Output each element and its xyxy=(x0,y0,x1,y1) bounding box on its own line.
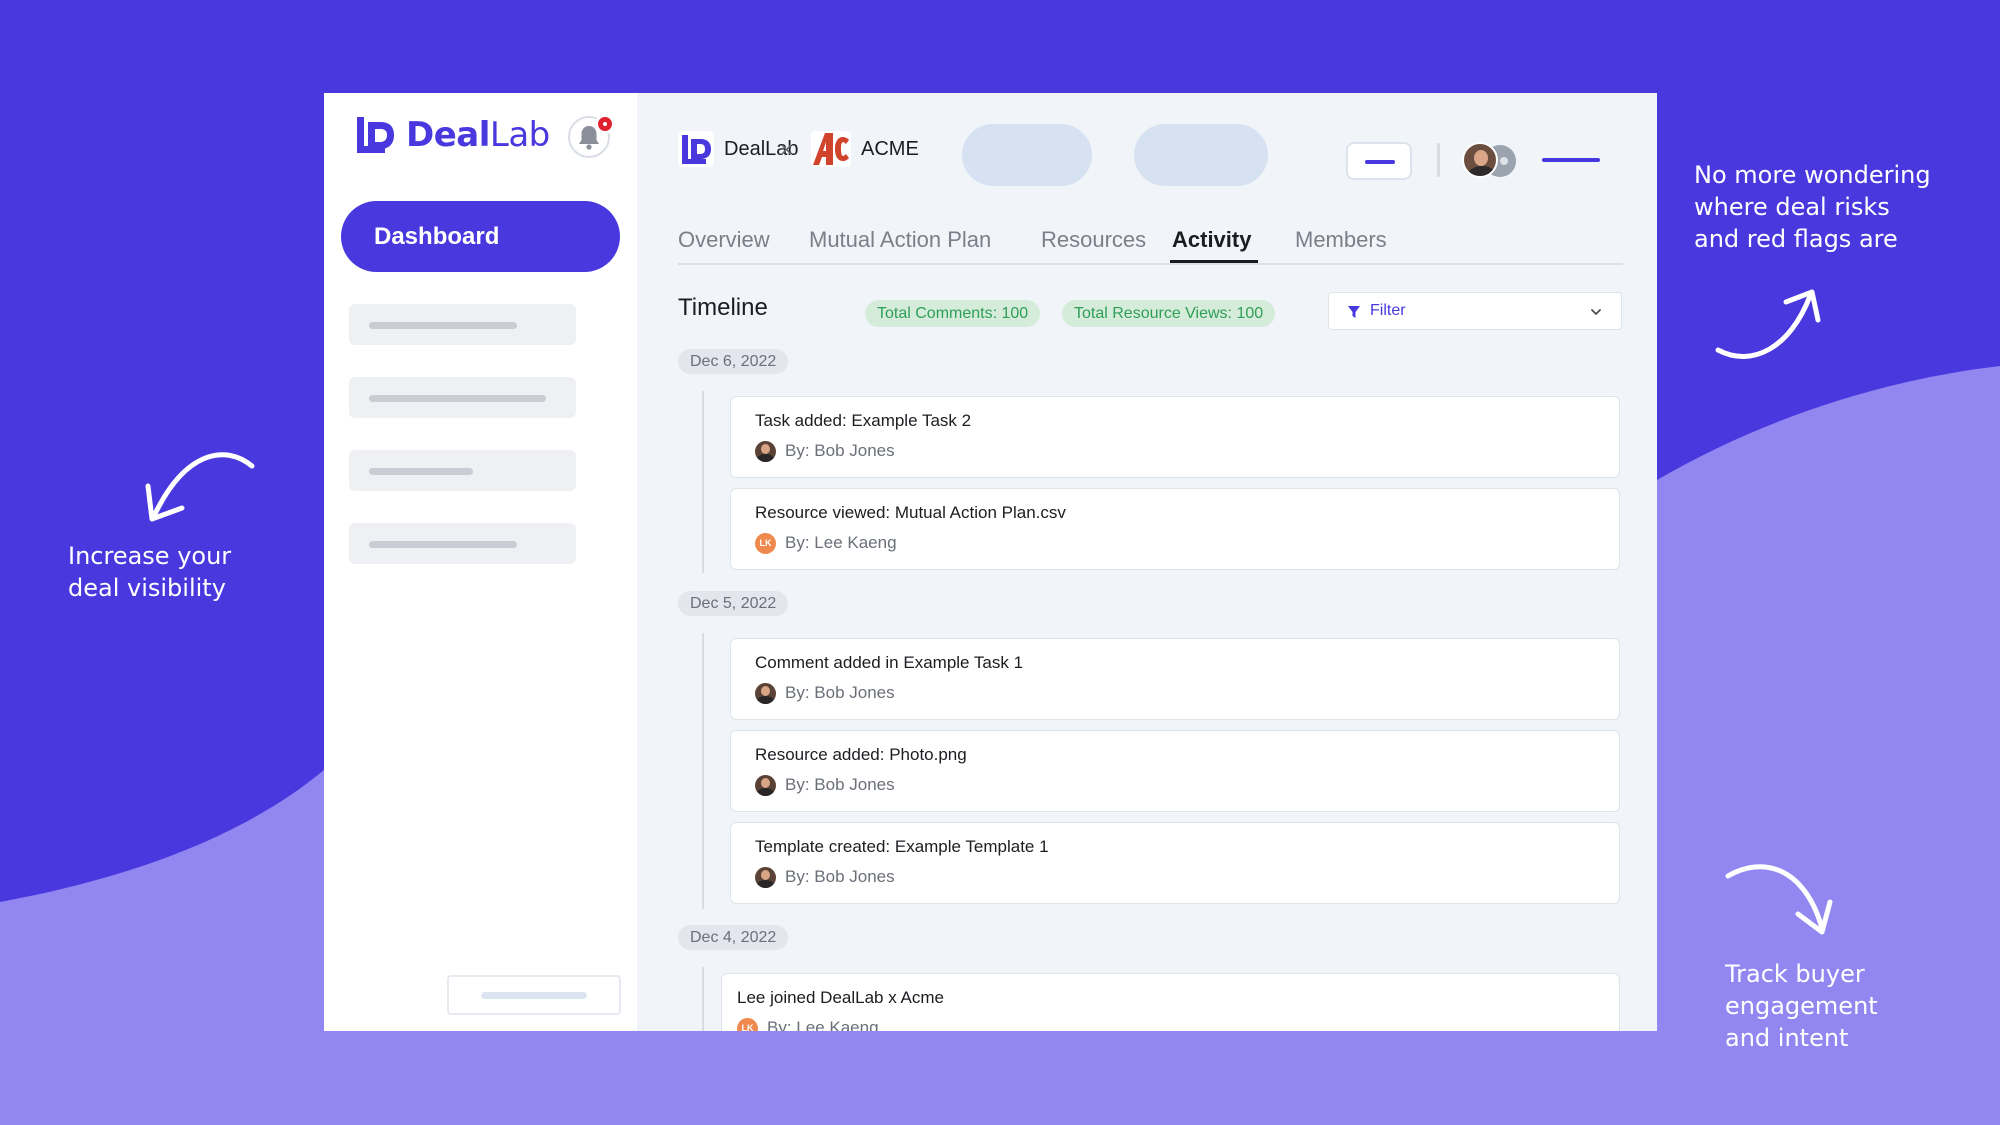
main-panel: DealLab × ACME Overview Mutual Action Pl… xyxy=(637,93,1657,1031)
avatar xyxy=(755,441,776,462)
date-pill: Dec 5, 2022 xyxy=(678,591,789,616)
sidebar: DealLab Dashboard xyxy=(324,93,637,1031)
timeline-title: Timeline xyxy=(678,294,768,321)
deallab-logo[interactable]: DealLab xyxy=(354,115,550,155)
header-placeholder[interactable] xyxy=(1134,124,1268,186)
item-title: Lee joined DealLab x Acme xyxy=(737,988,944,1007)
avatar xyxy=(755,683,776,704)
timeline-line xyxy=(702,391,704,573)
minus-icon xyxy=(1365,160,1395,164)
logo-text: DealLab xyxy=(406,115,550,155)
tab-activity[interactable]: Activity xyxy=(1172,227,1251,253)
item-title: Template created: Example Template 1 xyxy=(755,837,1049,856)
funnel-icon xyxy=(1348,306,1360,318)
date-pill: Dec 4, 2022 xyxy=(678,925,789,950)
avatar xyxy=(755,775,776,796)
sidebar-footer-button[interactable] xyxy=(447,975,621,1015)
total-comments-badge: Total Comments: 100 xyxy=(865,300,1041,327)
item-author: By: Bob Jones xyxy=(785,867,895,886)
item-author: By: Bob Jones xyxy=(785,683,895,702)
timeline-line xyxy=(702,967,704,1031)
filter-label: Filter xyxy=(1370,302,1406,319)
callout-deal-visibility: Increase your deal visibility xyxy=(68,542,232,602)
sidebar-item-placeholder[interactable] xyxy=(349,377,576,418)
curved-arrow-icon xyxy=(1725,864,1833,935)
chevron-down-icon xyxy=(1591,309,1601,315)
app-window: DealLab Dashboard DealLab × ACME Overvie… xyxy=(324,93,1657,1031)
timeline-item[interactable]: Resource viewed: Mutual Action Plan.csv … xyxy=(730,488,1620,570)
callout-buyer-engagement: Track buyer engagement and intent xyxy=(1725,960,1878,1052)
tab-resources[interactable]: Resources xyxy=(1041,227,1146,253)
timeline-item[interactable]: Task added: Example Task 2 By: Bob Jones xyxy=(730,396,1620,478)
brand-acme: ACME xyxy=(811,131,919,167)
item-author: By: Lee Kaeng xyxy=(785,533,897,552)
curved-arrow-icon xyxy=(1715,289,1821,359)
avatar: LK xyxy=(755,533,776,554)
tab-mutual-action-plan[interactable]: Mutual Action Plan xyxy=(809,227,991,253)
timeline-item[interactable]: Template created: Example Template 1 By:… xyxy=(730,822,1620,904)
item-title: Resource added: Photo.png xyxy=(755,745,967,764)
item-title: Resource viewed: Mutual Action Plan.csv xyxy=(755,503,1066,522)
timeline-line xyxy=(702,633,704,909)
item-author: By: Bob Jones xyxy=(785,775,895,794)
tab-members[interactable]: Members xyxy=(1295,227,1387,253)
total-views-badge: Total Resource Views: 100 xyxy=(1062,300,1276,327)
curved-arrow-icon xyxy=(145,452,255,522)
sidebar-item-placeholder[interactable] xyxy=(349,523,576,564)
sidebar-item-placeholder[interactable] xyxy=(349,450,576,491)
avatar: LK xyxy=(737,1018,758,1031)
deallab-logo-icon xyxy=(678,131,714,167)
item-title: Comment added in Example Task 1 xyxy=(755,653,1024,672)
notification-badge xyxy=(595,114,615,134)
avatar xyxy=(755,867,776,888)
sidebar-item-placeholder[interactable] xyxy=(349,304,576,345)
filter-dropdown[interactable]: Filter xyxy=(1328,292,1622,330)
callout-deal-risks: No more wondering where deal risks and r… xyxy=(1694,161,1931,253)
dashboard-button[interactable]: Dashboard xyxy=(341,201,620,272)
divider xyxy=(1437,143,1440,177)
active-tab-indicator xyxy=(1170,260,1258,263)
date-pill: Dec 6, 2022 xyxy=(678,349,789,374)
tab-bar: Overview Mutual Action Plan Resources Ac… xyxy=(678,227,1623,265)
timeline-item[interactable]: Resource added: Photo.png By: Bob Jones xyxy=(730,730,1620,812)
tab-overview[interactable]: Overview xyxy=(678,227,770,253)
avatar[interactable] xyxy=(1462,142,1498,178)
brand-name-acme: ACME xyxy=(861,137,919,160)
item-author: By: Lee Kaeng xyxy=(767,1018,879,1031)
header-placeholder[interactable] xyxy=(962,124,1092,186)
header-placeholder-line xyxy=(1542,158,1600,162)
deallab-logo-icon xyxy=(357,117,394,153)
acme-logo-icon xyxy=(811,131,851,167)
item-author: By: Bob Jones xyxy=(785,441,895,460)
times-separator: × xyxy=(780,137,793,162)
item-title: Task added: Example Task 2 xyxy=(755,411,972,430)
collapse-button[interactable] xyxy=(1346,142,1412,180)
timeline-item[interactable]: Lee joined DealLab x Acme LK By: Lee Kae… xyxy=(721,973,1620,1031)
timeline-item[interactable]: Comment added in Example Task 1 By: Bob … xyxy=(730,638,1620,720)
